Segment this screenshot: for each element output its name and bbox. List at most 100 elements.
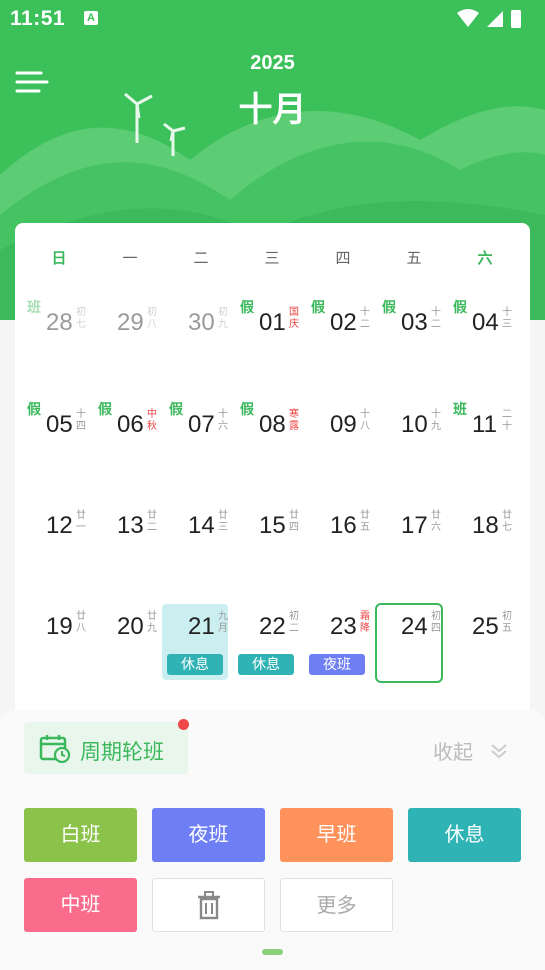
day-number: 10 [401, 411, 428, 438]
day-number: 11 [472, 411, 497, 438]
day-number: 12 [46, 512, 73, 539]
month-title[interactable]: 十月 [0, 82, 545, 131]
lunar-date: 廿七 [502, 510, 512, 533]
lunar-date: 十三 [502, 307, 512, 330]
day-tag: 班 [27, 299, 41, 315]
lunar-date: 霜降 [360, 611, 370, 634]
day-tag: 假 [240, 299, 254, 315]
day-number: 14 [188, 512, 215, 539]
weekday-sat: 六 [477, 250, 493, 267]
day-number: 08 [259, 411, 286, 438]
day-cell[interactable]: 假 01 国庆 [234, 294, 306, 394]
shift-label: 休息 [167, 654, 223, 675]
day-cell[interactable]: 12 廿一 [21, 497, 93, 597]
lunar-date: 十二 [360, 307, 370, 330]
lunar-date: 二十 [502, 409, 512, 432]
more-button[interactable]: 更多 [280, 878, 393, 932]
day-cell[interactable]: 假 03 十二 [376, 294, 448, 394]
day-cell[interactable]: 29 初八 [92, 294, 164, 394]
day-tag: 假 [169, 401, 183, 417]
day-cell[interactable]: 假 05 十四 [21, 396, 93, 496]
day-cell[interactable]: 18 廿七 [447, 497, 519, 597]
day-number: 18 [472, 512, 499, 539]
day-number: 07 [188, 411, 215, 438]
day-number: 30 [188, 309, 215, 336]
collapse-button[interactable]: 收起 [433, 736, 507, 765]
day-number: 22 [259, 613, 286, 640]
lunar-date: 初二 [289, 611, 299, 634]
day-cell[interactable]: 16 廿五 [305, 497, 377, 597]
weekday-header: 日 一 二 三 四 五 六 [15, 247, 530, 267]
day-cell[interactable]: 09 十八 [305, 396, 377, 496]
weekday-tue: 二 [193, 250, 209, 267]
lunar-date: 寒露 [289, 409, 299, 432]
early-shift-button[interactable]: 早班 [280, 808, 393, 862]
day-number: 29 [117, 309, 144, 336]
day-cell[interactable]: 13 廿二 [92, 497, 164, 597]
shift-label: 夜班 [309, 654, 365, 675]
bottom-handle [262, 949, 283, 955]
double-chevron-down-icon [490, 744, 507, 759]
day-cell[interactable]: 假 04 十三 [447, 294, 519, 394]
lunar-date: 廿三 [218, 510, 228, 533]
lunar-date: 中秋 [147, 409, 157, 432]
day-cell[interactable]: 19 廿八 [21, 598, 93, 698]
lunar-date: 初八 [147, 307, 157, 330]
day-cell[interactable]: 假 07 十六 [163, 396, 235, 496]
day-tag: 假 [453, 299, 467, 315]
lunar-date: 初四 [431, 611, 441, 634]
white-shift-button[interactable]: 白班 [24, 808, 137, 862]
lunar-date: 十八 [360, 409, 370, 432]
lunar-date: 国庆 [289, 307, 299, 330]
battery-icon [511, 10, 521, 28]
signal-icon [487, 11, 503, 27]
day-tag: 假 [382, 299, 396, 315]
day-cell[interactable]: 班 11 二十 [447, 396, 519, 496]
night-shift-button[interactable]: 夜班 [152, 808, 265, 862]
day-cell[interactable]: 10 十九 [376, 396, 448, 496]
day-number: 17 [401, 512, 428, 539]
day-number: 25 [472, 613, 499, 640]
day-cell[interactable]: 假 02 十二 [305, 294, 377, 394]
lunar-date: 十二 [431, 307, 441, 330]
rest-button[interactable]: 休息 [408, 808, 521, 862]
lunar-date: 廿九 [147, 611, 157, 634]
mid-shift-button[interactable]: 中班 [24, 878, 137, 932]
weekday-thu: 四 [335, 250, 351, 267]
day-cell[interactable]: 30 初九 [163, 294, 235, 394]
day-cell[interactable]: 14 廿三 [163, 497, 235, 597]
day-cell[interactable]: 24 初四 [375, 598, 448, 698]
day-number: 09 [330, 411, 357, 438]
weekday-fri: 五 [406, 250, 422, 267]
calendar-card: 日 一 二 三 四 五 六 班 28 初七 29 初八 30 初九假 01 国庆假 02 十二假 03… [15, 223, 530, 723]
day-cell[interactable]: 班 28 初七 [21, 294, 93, 394]
shift-label: 休息 [238, 654, 294, 675]
cycle-shift-button[interactable]: 周期轮班 [24, 719, 189, 774]
day-cell[interactable]: 22 初二休息 [234, 598, 306, 698]
lunar-date: 初七 [76, 307, 86, 330]
day-cell[interactable]: 20 廿九 [92, 598, 164, 698]
status-time: 11:51 [10, 7, 66, 30]
day-cell[interactable]: 17 廿六 [376, 497, 448, 597]
day-tag: 假 [240, 401, 254, 417]
day-number: 21 [188, 613, 215, 640]
day-cell[interactable]: 21 九月 休息 [162, 598, 235, 698]
day-cell[interactable]: 25 初五 [447, 598, 519, 698]
lunar-date: 十六 [218, 409, 228, 432]
lunar-date: 廿二 [147, 510, 157, 533]
lunar-date: 廿八 [76, 611, 86, 634]
system-status-icons [457, 9, 521, 28]
notification-a-icon: A [84, 11, 98, 25]
day-cell[interactable]: 假 06 中秋 [92, 396, 164, 496]
day-cell[interactable]: 15 廿四 [234, 497, 306, 597]
day-number: 02 [330, 309, 357, 336]
day-number: 28 [46, 309, 73, 336]
day-number: 06 [117, 411, 144, 438]
day-cell[interactable]: 23 霜降 夜班 [305, 598, 377, 698]
lunar-date: 十四 [76, 409, 86, 432]
delete-button[interactable] [152, 878, 265, 932]
day-number: 05 [46, 411, 73, 438]
cycle-shift-label: 周期轮班 [80, 741, 164, 764]
day-cell[interactable]: 假 08 寒露 [234, 396, 306, 496]
day-number: 01 [259, 309, 286, 336]
